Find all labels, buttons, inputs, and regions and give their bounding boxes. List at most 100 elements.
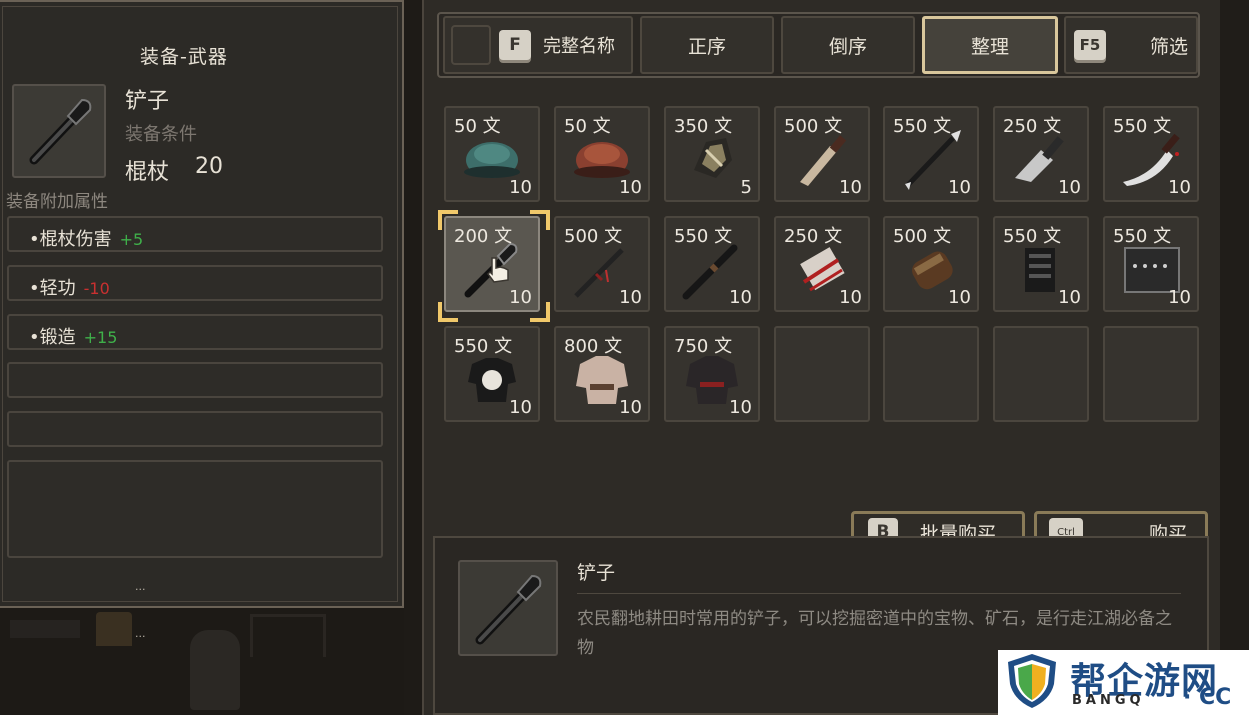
item-quantity: 10 (509, 397, 532, 418)
item-price-value: 800 (564, 336, 599, 357)
item-price: 550 文 (893, 112, 951, 138)
item-slot[interactable]: 550 文 10 (1103, 106, 1199, 202)
item-quantity: 10 (729, 397, 752, 418)
requirement-value: 20 (195, 154, 223, 179)
item-quantity: 10 (839, 177, 862, 198)
item-slot[interactable]: 800 文 10 (554, 326, 650, 422)
item-quantity: 10 (619, 287, 642, 308)
item-quantity: 10 (509, 177, 532, 198)
full-name-checkbox[interactable] (451, 25, 491, 65)
item-currency: 文 (592, 116, 611, 137)
item-slot[interactable]: 250 文 10 (993, 106, 1089, 202)
key-hint-f: F (499, 30, 531, 60)
item-currency: 文 (604, 336, 623, 357)
item-price: 800 文 (564, 332, 622, 358)
item-slot[interactable]: 550 文 10 (883, 106, 979, 202)
item-slot[interactable]: 500 文 10 (554, 216, 650, 312)
item-price-value: 550 (1003, 226, 1038, 247)
full-name-label: 完整名称 (543, 36, 615, 57)
item-slot[interactable]: 550 文 10 (444, 326, 540, 422)
item-currency: 文 (494, 226, 513, 247)
selection-corner (438, 210, 458, 230)
scene-railing (250, 614, 326, 657)
item-currency: 文 (933, 116, 952, 137)
item-price: 50 文 (454, 112, 501, 138)
item-price: 500 文 (564, 222, 622, 248)
equipped-item-slot[interactable] (12, 84, 106, 178)
item-currency: 文 (604, 226, 623, 247)
attribute-value: +5 (119, 230, 144, 249)
item-currency: 文 (1153, 116, 1172, 137)
item-price-value: 550 (1113, 116, 1148, 137)
item-price-value: 500 (784, 116, 819, 137)
item-currency: 文 (933, 226, 952, 247)
panel-title: 装备-武器 (140, 46, 228, 68)
shovel-icon (475, 574, 542, 645)
item-slot[interactable]: 550 文 10 (664, 216, 760, 312)
sort-descending-button[interactable]: 倒序 (781, 16, 915, 74)
empty-item-slot[interactable] (993, 326, 1089, 422)
item-price-value: 550 (454, 336, 489, 357)
requirement-stat: 棍杖 (125, 160, 170, 185)
item-slot[interactable]: 500 文 10 (774, 106, 870, 202)
ellipsis: ... (135, 580, 146, 593)
item-price-value: 750 (674, 336, 709, 357)
item-slot[interactable]: 750 文 10 (664, 326, 760, 422)
filter-button[interactable]: F5 筛选 (1064, 16, 1198, 74)
item-slot[interactable]: 550 文 10 (1103, 216, 1199, 312)
empty-item-slot[interactable] (774, 326, 870, 422)
item-currency: 文 (714, 226, 733, 247)
item-currency: 文 (714, 336, 733, 357)
scene-bench (10, 620, 80, 638)
item-quantity: 10 (619, 397, 642, 418)
extra-attributes-label: 装备附加属性 (6, 192, 108, 212)
item-currency: 文 (1153, 226, 1172, 247)
watermark-shield-icon (1008, 654, 1056, 708)
attribute-area-empty (7, 460, 383, 558)
panel-divider (404, 0, 422, 715)
item-price-value: 550 (674, 226, 709, 247)
attribute-row: •棍杖伤害 +5 (7, 216, 383, 252)
item-price-value: 500 (893, 226, 928, 247)
item-slot[interactable]: 350 文 5 (664, 106, 760, 202)
item-price-value: 50 (564, 116, 587, 137)
item-name: 铲子 (125, 89, 170, 114)
item-price-value: 250 (1003, 116, 1038, 137)
item-price: 500 文 (784, 112, 842, 138)
item-slot[interactable]: 50 文 10 (554, 106, 650, 202)
item-slot[interactable]: 250 文 10 (774, 216, 870, 312)
ellipsis: ... (135, 627, 146, 640)
attribute-value: +15 (83, 328, 118, 347)
attribute-name: •棍杖伤害 (29, 229, 112, 250)
watermark-subtitle: BANGQ (1072, 693, 1145, 708)
hand-cursor-icon (487, 257, 509, 283)
item-quantity: 10 (1168, 287, 1191, 308)
item-slot[interactable]: 550 文 10 (993, 216, 1089, 312)
item-currency: 文 (1043, 226, 1062, 247)
sort-ascending-button[interactable]: 正序 (640, 16, 774, 74)
item-quantity: 10 (1058, 177, 1081, 198)
item-price-value: 550 (1113, 226, 1148, 247)
item-currency: 文 (714, 116, 733, 137)
empty-item-slot[interactable] (883, 326, 979, 422)
item-price: 750 文 (674, 332, 732, 358)
attribute-value: -10 (83, 279, 110, 298)
item-price: 550 文 (454, 332, 512, 358)
empty-item-slot[interactable] (1103, 326, 1199, 422)
sort-descending-label: 倒序 (828, 35, 867, 58)
item-price: 550 文 (1113, 222, 1171, 248)
item-slot[interactable]: 500 文 10 (883, 216, 979, 312)
full-name-toggle[interactable]: F 完整名称 (443, 16, 633, 74)
item-slot[interactable]: 50 文 10 (444, 106, 540, 202)
watermark-domain: · CC (1183, 685, 1232, 710)
description-item-name: 铲子 (577, 562, 616, 584)
attribute-row: •锻造 +15 (7, 314, 383, 350)
item-currency: 文 (494, 336, 513, 357)
item-currency: 文 (824, 226, 843, 247)
attribute-row: •轻功 -10 (7, 265, 383, 301)
arrange-button[interactable]: 整理 (922, 16, 1058, 74)
right-edge-background (1220, 0, 1249, 715)
item-quantity: 10 (729, 287, 752, 308)
item-quantity: 10 (1168, 177, 1191, 198)
key-hint-f5: F5 (1074, 30, 1106, 60)
